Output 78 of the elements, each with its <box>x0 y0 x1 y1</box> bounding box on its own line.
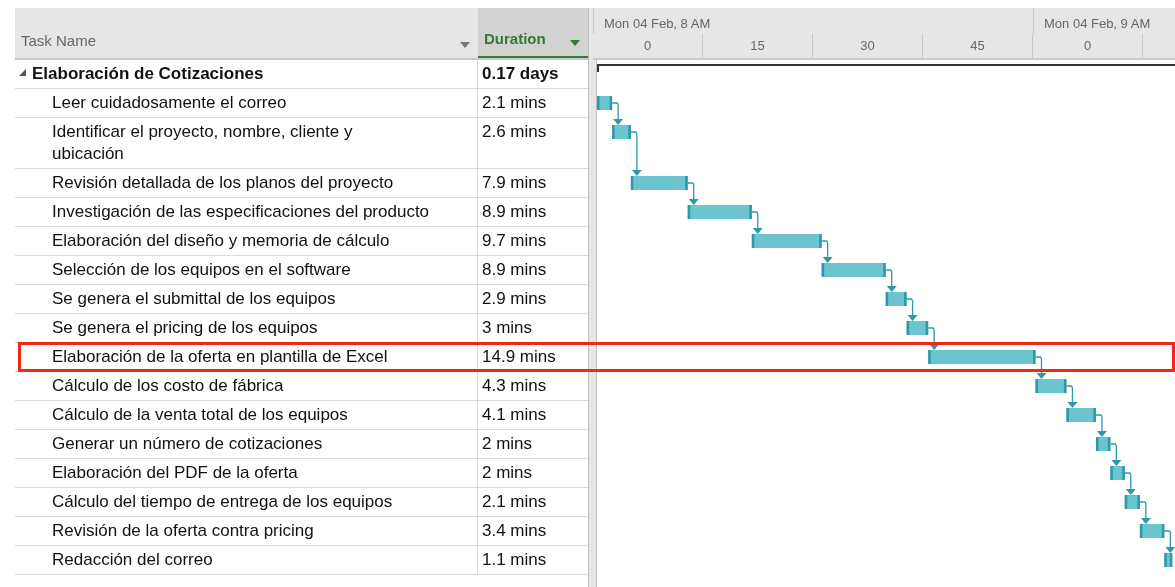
dependency-arrow <box>1124 472 1136 495</box>
task-bar[interactable] <box>885 292 907 306</box>
task-bar[interactable] <box>630 176 688 190</box>
task-name: Cálculo de los costo de fábrica <box>52 375 284 397</box>
duration-cell-text: 2.9 mins <box>481 288 548 310</box>
task-name: Se genera el pricing de los equipos <box>52 317 318 339</box>
duration-cell-text: 14.9 mins <box>481 346 557 368</box>
task-name: Elaboración de Cotizaciones <box>32 63 264 85</box>
duration-cell-text: 2 mins <box>481 433 534 455</box>
timescale-tick: 0 <box>593 34 703 58</box>
duration-cell-text: 2.6 mins <box>481 121 548 143</box>
task-bar[interactable] <box>687 205 752 219</box>
dependency-arrow <box>927 327 940 350</box>
task-bar[interactable] <box>821 263 886 277</box>
task-name: Redacción del correo <box>52 549 213 571</box>
column-header[interactable]: Task Name <box>15 8 478 58</box>
dependency-arrow <box>630 131 642 176</box>
task-name: Investigación de las especificaciones del producto <box>52 201 430 223</box>
task-bar[interactable] <box>1095 437 1111 451</box>
dependency-arrow <box>687 182 699 205</box>
duration-cell-text: 2 mins <box>481 462 534 484</box>
timescale-label: Mon 04 Feb, 8 AM <box>593 8 1033 34</box>
duration-cell-text: 0.17 days <box>481 63 560 85</box>
dependency-arrow <box>1034 356 1047 379</box>
task-bar[interactable] <box>906 321 929 335</box>
duration-cell-text: 2.1 mins <box>481 491 548 513</box>
collapse-triangle-icon[interactable] <box>19 69 26 76</box>
task-name: Revisión detallada de los planos del proyecto <box>52 172 394 194</box>
task-name: Cálculo de la venta total de los equipos <box>52 404 348 426</box>
duration-cell-text: 9.7 mins <box>481 230 548 252</box>
dependency-arrow <box>1095 414 1107 437</box>
task-bar[interactable] <box>612 125 631 139</box>
dependency-arrow <box>821 240 833 263</box>
duration-cell-text: 3 mins <box>481 317 534 339</box>
task-name: Revisión de la oferta contra pricing <box>52 520 314 542</box>
task-name: Identificar el proyecto, nombre, cliente y ubicación <box>52 121 354 165</box>
dependency-arrow <box>885 269 897 292</box>
task-bar[interactable] <box>597 96 613 110</box>
timescale-tick: 30 <box>813 34 923 58</box>
duration-cell-text: 4.1 mins <box>481 404 548 426</box>
duration-cell-text: 4.3 mins <box>481 375 548 397</box>
pane-splitter[interactable] <box>588 8 597 587</box>
column-header[interactable]: Duration <box>478 8 588 58</box>
dependency-arrow <box>1163 530 1175 553</box>
task-bar[interactable] <box>1110 466 1125 480</box>
dropdown-arrow-icon[interactable] <box>570 40 580 46</box>
dependency-arrow <box>905 298 918 321</box>
task-bar[interactable] <box>751 234 822 248</box>
dependency-arrow <box>611 102 624 125</box>
task-name: Generar un número de cotizaciones <box>52 433 323 455</box>
task-bar[interactable] <box>1164 553 1173 567</box>
task-bar[interactable] <box>1124 495 1140 509</box>
task-bar[interactable] <box>1139 524 1165 538</box>
task-name: Cálculo del tiempo de entrega de los equipos <box>52 491 393 513</box>
task-name: Elaboración de la oferta en plantilla de Excel <box>52 346 388 368</box>
duration-cell-text: 3.4 mins <box>481 520 548 542</box>
task-name: Elaboración del diseño y memoria de cálculo <box>52 230 390 252</box>
task-name: Selección de los equipos en el software <box>52 259 351 281</box>
duration-cell-text: 7.9 mins <box>481 172 548 194</box>
dependency-arrow <box>1139 501 1151 524</box>
duration-cell-text: 8.9 mins <box>481 201 548 223</box>
task-bar[interactable] <box>928 350 1036 364</box>
duration-cell-text: 1.1 mins <box>481 549 548 571</box>
dependency-arrow <box>751 211 763 234</box>
dropdown-arrow-icon[interactable] <box>460 42 470 48</box>
timescale-tick: 15 <box>703 34 813 58</box>
timescale-tick: 0 <box>1033 34 1143 58</box>
task-bar[interactable] <box>1066 408 1096 422</box>
duration-cell-text: 8.9 mins <box>481 259 548 281</box>
task-bar[interactable] <box>1035 379 1067 393</box>
dependency-arrow <box>1109 443 1122 466</box>
task-name: Leer cuidadosamente el correo <box>52 92 287 114</box>
task-name: Se genera el submittal de los equipos <box>52 288 336 310</box>
task-name: Elaboración del PDF de la oferta <box>52 462 298 484</box>
timescale-tick: 45 <box>923 34 1033 58</box>
dependency-arrow <box>1065 385 1078 408</box>
duration-cell-text: 2.1 mins <box>481 92 548 114</box>
timescale-label: Mon 04 Feb, 9 AM <box>1033 8 1175 34</box>
